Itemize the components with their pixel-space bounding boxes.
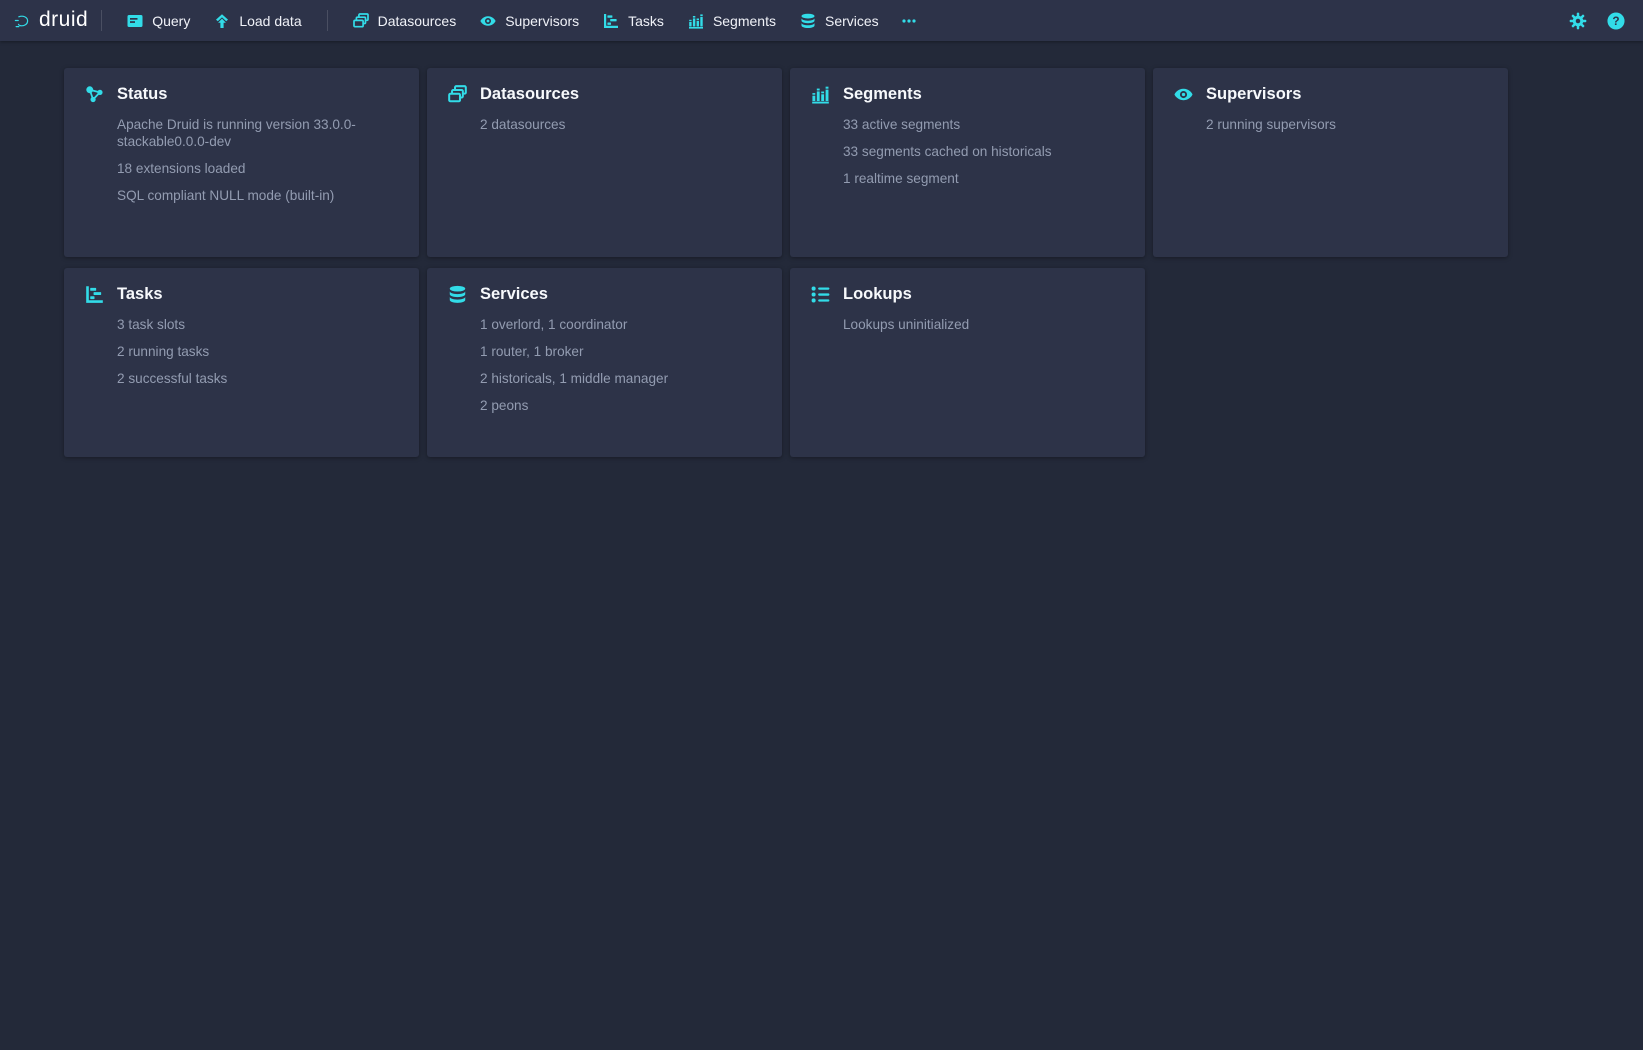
- gantt-icon: [85, 285, 104, 304]
- nav-item-datasources[interactable]: Datasources: [341, 6, 469, 36]
- druid-logo-icon: [14, 13, 30, 29]
- card-line: 1 realtime segment: [843, 170, 1125, 187]
- settings-button[interactable]: [1564, 7, 1592, 35]
- top-navbar: druid Query Load data Datasources Superviso…: [0, 0, 1643, 41]
- nav-menu: Query Load data Datasources Supervisors Task…: [115, 0, 926, 41]
- card-line: 18 extensions loaded: [117, 160, 399, 177]
- nav-item-label: Tasks: [628, 13, 664, 29]
- card-header: Supervisors: [1174, 84, 1488, 104]
- nav-item-label: Services: [825, 13, 879, 29]
- console-icon: [127, 13, 143, 29]
- card-status[interactable]: Status Apache Druid is running version 33…: [64, 68, 419, 257]
- card-line: 2 successful tasks: [117, 370, 399, 387]
- stacked-chart-icon: [811, 85, 830, 104]
- eye-icon: [1174, 85, 1193, 104]
- nav-more-button[interactable]: [891, 6, 927, 36]
- help-button[interactable]: ?: [1602, 7, 1630, 35]
- card-services[interactable]: Services 1 overlord, 1 coordinator 1 route…: [427, 268, 782, 457]
- nav-item-query[interactable]: Query: [115, 6, 202, 36]
- card-line: SQL compliant NULL mode (built-in): [117, 187, 399, 204]
- card-line: 2 historicals, 1 middle manager: [480, 370, 762, 387]
- nav-item-label: Datasources: [378, 13, 457, 29]
- card-title: Supervisors: [1206, 84, 1301, 104]
- graph-icon: [85, 85, 104, 104]
- card-body: 1 overlord, 1 coordinator 1 router, 1 bro…: [480, 316, 762, 414]
- nav-item-tasks[interactable]: Tasks: [591, 6, 676, 36]
- nav-divider: [101, 10, 102, 31]
- card-title: Services: [480, 284, 548, 304]
- properties-icon: [811, 285, 830, 304]
- card-body: 2 running supervisors: [1206, 116, 1488, 133]
- card-header: Lookups: [811, 284, 1125, 304]
- card-line: 1 router, 1 broker: [480, 343, 762, 360]
- card-line: 2 running supervisors: [1206, 116, 1488, 133]
- card-line: 3 task slots: [117, 316, 399, 333]
- card-line: 2 datasources: [480, 116, 762, 133]
- nav-divider: [327, 10, 328, 31]
- svg-text:?: ?: [1612, 14, 1619, 28]
- upload-icon: [214, 13, 230, 29]
- card-header: Status: [85, 84, 399, 104]
- card-segments[interactable]: Segments 33 active segments 33 segments ca…: [790, 68, 1145, 257]
- card-line: 33 segments cached on historicals: [843, 143, 1125, 160]
- card-title: Datasources: [480, 84, 579, 104]
- card-line: 2 peons: [480, 397, 762, 414]
- nav-item-label: Load data: [239, 13, 301, 29]
- nav-actions: ?: [1564, 7, 1630, 35]
- card-body: Apache Druid is running version 33.0.0-s…: [117, 116, 399, 204]
- card-supervisors[interactable]: Supervisors 2 running supervisors: [1153, 68, 1508, 257]
- help-icon: ?: [1607, 12, 1625, 30]
- home-cards-grid: Status Apache Druid is running version 33…: [64, 68, 1643, 457]
- eye-icon: [480, 13, 496, 29]
- card-title: Status: [117, 84, 167, 104]
- card-body: 2 datasources: [480, 116, 762, 133]
- cog-icon: [1569, 12, 1587, 30]
- gantt-icon: [603, 13, 619, 29]
- card-header: Services: [448, 284, 762, 304]
- card-lookups[interactable]: Lookups Lookups uninitialized: [790, 268, 1145, 457]
- card-header: Datasources: [448, 84, 762, 104]
- card-datasources[interactable]: Datasources 2 datasources: [427, 68, 782, 257]
- card-body: Lookups uninitialized: [843, 316, 1125, 333]
- nav-item-segments[interactable]: Segments: [676, 6, 788, 36]
- card-line: 1 overlord, 1 coordinator: [480, 316, 762, 333]
- nav-item-load-data[interactable]: Load data: [202, 6, 313, 36]
- card-header: Tasks: [85, 284, 399, 304]
- card-tasks[interactable]: Tasks 3 task slots 2 running tasks 2 succes…: [64, 268, 419, 457]
- brand-name: druid: [39, 9, 88, 32]
- card-title: Segments: [843, 84, 922, 104]
- card-line: 2 running tasks: [117, 343, 399, 360]
- card-line: Lookups uninitialized: [843, 316, 1125, 333]
- nav-item-supervisors[interactable]: Supervisors: [468, 6, 591, 36]
- card-header: Segments: [811, 84, 1125, 104]
- druid-logo: druid: [14, 9, 88, 32]
- card-line: 33 active segments: [843, 116, 1125, 133]
- nav-item-services[interactable]: Services: [788, 6, 891, 36]
- multi-select-icon: [448, 85, 467, 104]
- nav-item-label: Query: [152, 13, 190, 29]
- more-icon: [901, 13, 917, 29]
- multi-select-icon: [353, 13, 369, 29]
- nav-item-label: Supervisors: [505, 13, 579, 29]
- card-body: 33 active segments 33 segments cached on …: [843, 116, 1125, 187]
- card-title: Lookups: [843, 284, 912, 304]
- database-icon: [448, 285, 467, 304]
- card-line: Apache Druid is running version 33.0.0-s…: [117, 116, 399, 150]
- stacked-chart-icon: [688, 13, 704, 29]
- nav-item-label: Segments: [713, 13, 776, 29]
- card-title: Tasks: [117, 284, 163, 304]
- database-icon: [800, 13, 816, 29]
- card-body: 3 task slots 2 running tasks 2 successful …: [117, 316, 399, 387]
